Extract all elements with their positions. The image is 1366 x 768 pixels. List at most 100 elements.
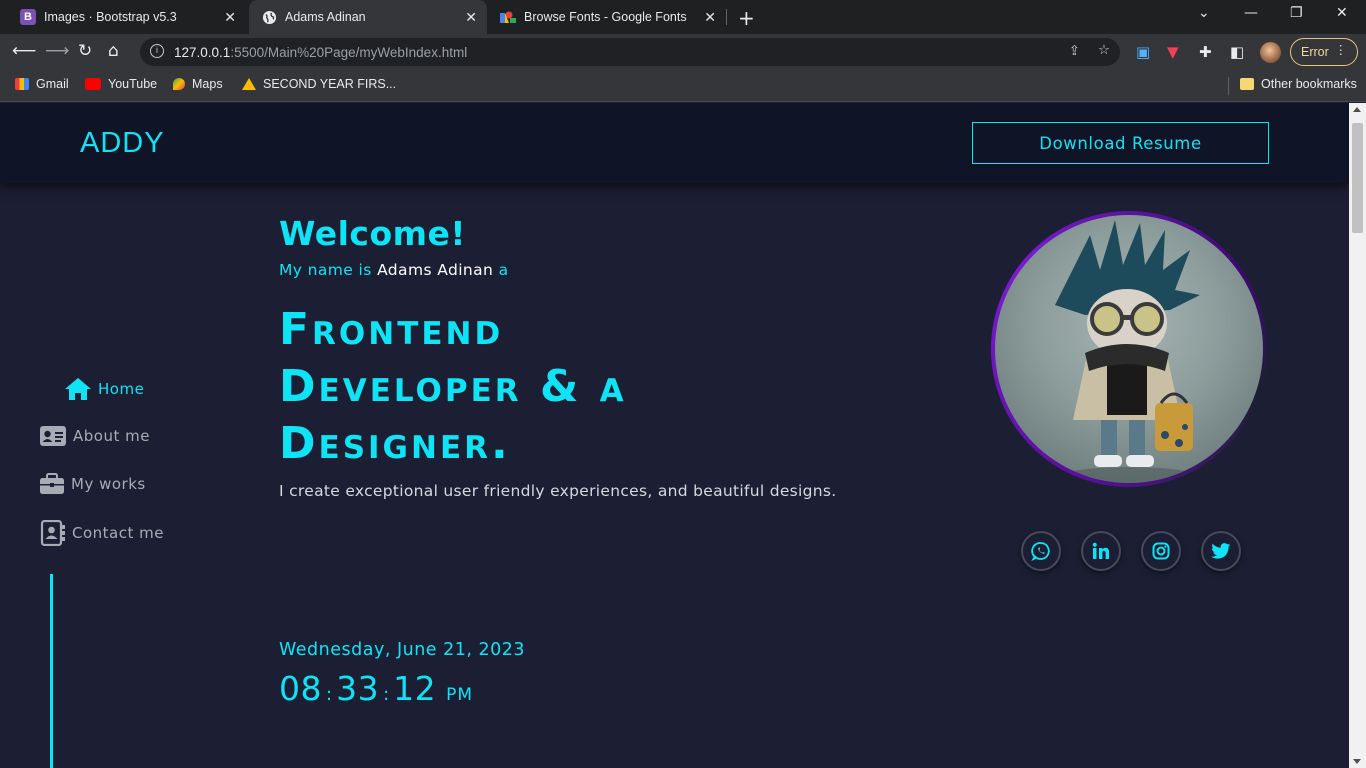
menu-dots-icon: ⋮ [1334,43,1348,57]
clock-colon: : [326,684,333,705]
bookmarks-bar: Gmail YouTube Maps SECOND YEAR FIRS... O… [0,70,1366,102]
headline-line-3: Designer. [279,418,511,469]
instagram-button[interactable] [1141,531,1181,571]
nav-home[interactable]: Home [64,377,144,401]
restore-icon[interactable]: ❐ [1290,5,1303,21]
close-tab-icon[interactable]: ✕ [224,9,236,26]
bookmark-label: Gmail [36,77,69,91]
whatsapp-icon [1031,542,1050,561]
side-panel-icon[interactable]: ◧ [1230,43,1244,61]
google-fonts-icon [500,9,516,25]
extension-pocket-icon[interactable]: ▼ [1167,43,1179,61]
scrollbar-thumb[interactable] [1352,123,1363,233]
site-info-icon[interactable]: i [150,44,164,58]
whatsapp-button[interactable] [1021,531,1061,571]
current-date: Wednesday, June 21, 2023 [279,640,526,660]
new-tab-button[interactable]: + [738,6,755,30]
avatar-illustration [1055,220,1200,483]
close-tab-icon[interactable]: ✕ [465,9,477,26]
error-button[interactable]: Error ⋮ [1290,38,1358,66]
contact-book-icon [40,520,65,546]
bootstrap-icon: B [20,9,36,25]
other-bookmarks[interactable]: Other bookmarks [1240,77,1357,91]
nav-label: Home [98,380,145,398]
extension-translate-icon[interactable]: ▣ [1136,43,1150,61]
digital-clock: 08 : 33 : 12 PM [279,669,473,708]
tab-title: Browse Fonts - Google Fonts [524,10,687,24]
tab-separator [726,9,727,25]
browser-tabstrip: B Images · Bootstrap v5.3 ✕ Adams Adinan… [0,0,1366,34]
page-scrollbar[interactable] [1349,103,1366,768]
youtube-icon [85,78,101,90]
headline-line-2: Developer & a [279,361,627,412]
forward-icon[interactable]: ⟶ [45,41,69,61]
twitter-icon [1211,542,1231,559]
intro-line: My name is Adams Adinan a [279,261,509,279]
nav-works[interactable]: My works [39,473,146,495]
clock-ampm: PM [446,685,474,705]
id-card-icon [40,426,66,446]
bookmark-label: SECOND YEAR FIRS... [263,77,397,91]
bookmark-maps[interactable]: Maps [173,77,223,91]
instagram-icon [1152,542,1170,560]
site-logo[interactable]: ADDY [80,127,165,160]
bookmark-second-year[interactable]: SECOND YEAR FIRS... [242,77,396,91]
tab-bootstrap[interactable]: B Images · Bootstrap v5.3 ✕ [8,0,246,34]
folder-icon [1240,78,1254,90]
profile-avatar[interactable] [1260,42,1281,63]
hero-headline: Frontend Developer & a Designer. [279,301,899,472]
headline-line-1: Frontend [279,304,504,355]
home-button-icon[interactable]: ⌂ [108,41,119,61]
nav-about[interactable]: About me [39,425,150,447]
intro-suffix: a [498,261,509,279]
bookmark-star-icon[interactable]: ☆ [1098,42,1110,58]
browser-toolbar: ⟵ ⟶ ↻ ⌂ i 127.0.0.1:5500/Main%20Page/myW… [0,34,1366,70]
maps-icon [173,78,185,90]
bookmarks-separator [1228,77,1229,95]
tab-adams-adinan[interactable]: Adams Adinan ✕ [249,0,487,34]
other-bookmarks-label: Other bookmarks [1261,77,1357,91]
bookmark-gmail[interactable]: Gmail [15,77,69,91]
back-icon[interactable]: ⟵ [12,41,36,61]
page-viewport: ADDY Download Resume Home About me My wo… [0,103,1349,768]
welcome-heading: Welcome! [279,214,466,253]
tab-title: Images · Bootstrap v5.3 [44,10,177,24]
home-icon [65,378,91,400]
clock-seconds: 12 [393,669,437,708]
address-bar[interactable]: i 127.0.0.1:5500/Main%20Page/myWebIndex.… [140,38,1120,66]
extensions-puzzle-icon[interactable]: ✚ [1199,43,1212,61]
download-resume-button[interactable]: Download Resume [972,122,1269,164]
share-icon[interactable]: ⇪ [1069,43,1080,59]
clock-minutes: 33 [336,669,380,708]
scroll-up-arrow-icon[interactable] [1353,107,1361,112]
url-host: 127.0.0.1 [174,44,231,60]
drive-icon [242,78,256,90]
scroll-down-arrow-icon[interactable] [1353,759,1361,764]
nav-label: My works [71,475,146,493]
url-path: :5500/Main%20Page/myWebIndex.html [230,44,468,60]
close-tab-icon[interactable]: ✕ [704,9,716,26]
intro-name: Adams Adinan [377,261,494,279]
nav-accent-line [50,574,53,768]
twitter-button[interactable] [1201,531,1241,571]
tab-title: Adams Adinan [285,10,366,24]
tab-google-fonts[interactable]: Browse Fonts - Google Fonts ✕ [488,0,726,34]
briefcase-icon [40,473,64,494]
gmail-icon [15,78,29,90]
nav-label: Contact me [72,524,164,542]
linkedin-button[interactable] [1081,531,1121,571]
bookmark-youtube[interactable]: YouTube [85,77,157,91]
reload-icon[interactable]: ↻ [78,41,92,61]
minimize-icon[interactable]: — [1244,5,1258,21]
bookmark-label: YouTube [108,77,158,91]
profile-image [995,215,1263,483]
hero-description: I create exceptional user friendly exper… [279,482,837,500]
tab-search-icon[interactable]: ⌄ [1198,5,1210,21]
linkedin-icon [1092,542,1109,559]
intro-prefix: My name is [279,261,372,279]
error-label: Error [1301,45,1329,59]
site-header: ADDY Download Resume [0,103,1349,183]
clock-hours: 08 [279,669,322,708]
nav-contact[interactable]: Contact me [40,520,164,546]
close-window-icon[interactable]: ✕ [1336,5,1348,21]
